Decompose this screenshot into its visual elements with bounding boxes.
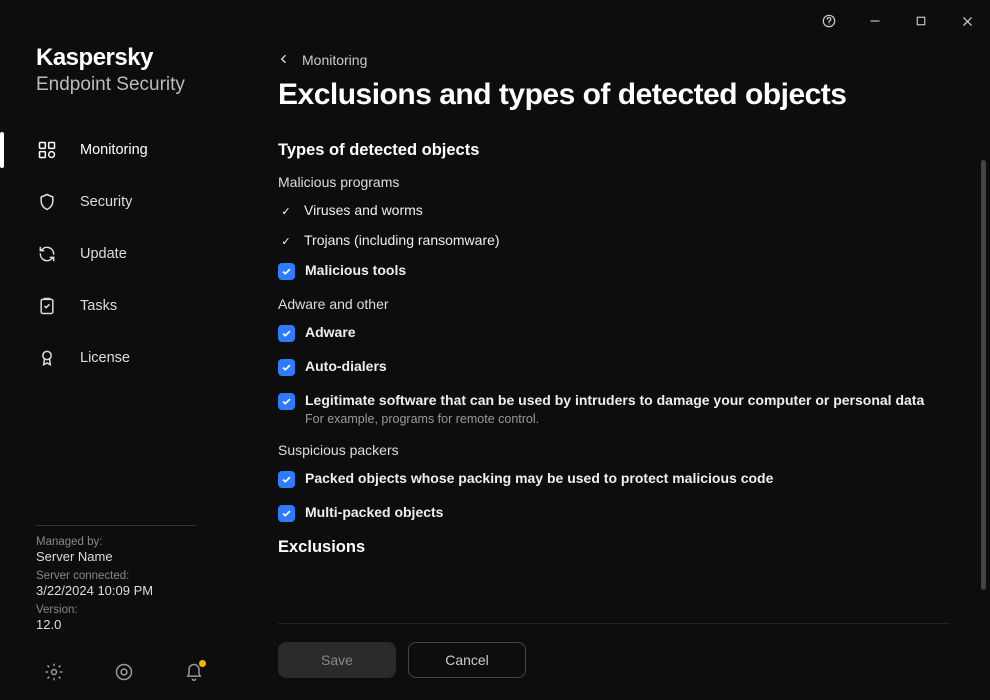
option-legitimate-software: Legitimate software that can be used by …: [305, 392, 924, 408]
server-connected-label: Server connected:: [36, 570, 196, 582]
check-icon: ✓: [278, 232, 294, 248]
version-value: 12.0: [36, 617, 196, 632]
award-icon: [36, 347, 58, 369]
sidebar-item-label: Security: [80, 194, 132, 210]
shield-icon: [36, 191, 58, 213]
refresh-icon: [36, 243, 58, 265]
version-label: Version:: [36, 604, 196, 616]
sidebar-item-security[interactable]: Security: [0, 176, 232, 228]
section-exclusions-heading: Exclusions: [278, 538, 960, 557]
maximize-button[interactable]: [912, 12, 930, 30]
checkbox-adware[interactable]: [278, 325, 295, 342]
option-malicious-tools: Malicious tools: [305, 262, 406, 278]
sidebar-item-license[interactable]: License: [0, 332, 232, 384]
support-icon[interactable]: [114, 662, 134, 682]
checkbox-multipacked[interactable]: [278, 505, 295, 522]
checkbox-legitimate-software[interactable]: [278, 393, 295, 410]
cancel-button[interactable]: Cancel: [408, 642, 526, 678]
managed-by-label: Managed by:: [36, 536, 196, 548]
sidebar-item-update[interactable]: Update: [0, 228, 232, 280]
close-button[interactable]: [958, 12, 976, 30]
save-button[interactable]: Save: [278, 642, 396, 678]
option-viruses: Viruses and worms: [304, 202, 423, 218]
checkbox-malicious-tools[interactable]: [278, 263, 295, 280]
breadcrumb-back[interactable]: Monitoring: [278, 52, 990, 78]
help-button[interactable]: [820, 12, 838, 30]
breadcrumb-label: Monitoring: [302, 52, 367, 68]
option-legitimate-software-sub: For example, programs for remote control…: [305, 412, 924, 426]
sidebar-item-tasks[interactable]: Tasks: [0, 280, 232, 332]
scrollbar-thumb[interactable]: [981, 160, 986, 590]
sidebar-item-label: Tasks: [80, 298, 117, 314]
sidebar-item-label: Update: [80, 246, 127, 262]
check-icon: ✓: [278, 202, 294, 218]
group-malicious-heading: Malicious programs: [278, 174, 960, 190]
sidebar: Kaspersky Endpoint Security Monitoring S…: [0, 42, 232, 700]
clipboard-icon: [36, 295, 58, 317]
option-adware: Adware: [305, 324, 356, 340]
app-subtitle: Endpoint Security: [36, 74, 232, 96]
option-trojans: Trojans (including ransomware): [304, 232, 500, 248]
option-autodialers: Auto-dialers: [305, 358, 387, 374]
option-multipacked: Multi-packed objects: [305, 504, 443, 520]
managed-by-value: Server Name: [36, 549, 196, 564]
dashboard-icon: [36, 139, 58, 161]
sidebar-item-label: Monitoring: [80, 142, 148, 158]
notifications-icon[interactable]: [184, 662, 204, 682]
minimize-button[interactable]: [866, 12, 884, 30]
notification-badge: [199, 660, 206, 667]
server-connected-value: 3/22/2024 10:09 PM: [36, 583, 196, 598]
checkbox-packed-objects[interactable]: [278, 471, 295, 488]
group-suspicious-heading: Suspicious packers: [278, 442, 960, 458]
option-packed-objects: Packed objects whose packing may be used…: [305, 470, 773, 486]
settings-scroll[interactable]: Types of detected objects Malicious prog…: [278, 141, 990, 624]
app-title: Kaspersky: [36, 44, 232, 72]
page-title: Exclusions and types of detected objects: [278, 78, 990, 113]
checkbox-autodialers[interactable]: [278, 359, 295, 376]
group-adware-heading: Adware and other: [278, 296, 960, 312]
section-types-heading: Types of detected objects: [278, 141, 960, 160]
main-content: Monitoring Exclusions and types of detec…: [232, 42, 990, 700]
sidebar-item-monitoring[interactable]: Monitoring: [0, 124, 232, 176]
sidebar-item-label: License: [80, 350, 130, 366]
chevron-left-icon: [278, 52, 290, 68]
settings-icon[interactable]: [44, 662, 64, 682]
